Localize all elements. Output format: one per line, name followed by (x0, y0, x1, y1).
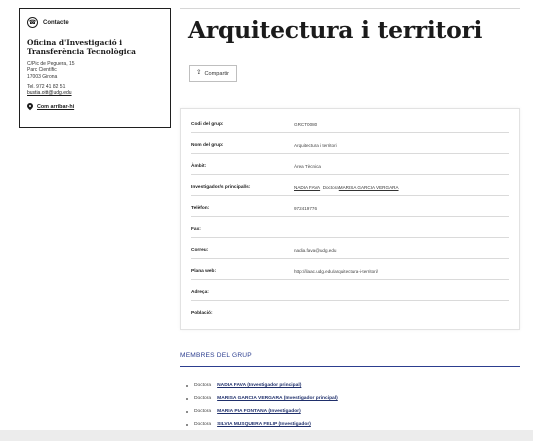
info-key: Codi del grup: (191, 121, 224, 127)
page-title: Arquitectura i territori (188, 16, 483, 44)
contact-header: ☎ Contacte (27, 17, 163, 28)
member-link[interactable]: NADIA FAVA (Investigador principal) (217, 383, 301, 388)
member-prefix: Doctora (194, 409, 212, 414)
info-value: 972419776 (294, 205, 317, 211)
member-item: Doctora MARIA PIA FONTANA (Investigador) (186, 409, 301, 414)
contact-card: ☎ Contacte Oficina d'Investigació i Tran… (19, 8, 171, 128)
bullet (186, 423, 188, 426)
info-key: Població: (191, 311, 213, 316)
location-pin-icon (27, 103, 33, 110)
info-row-principal-investigators: Investigador/s principal/s: NADIA FAVA D… (191, 179, 509, 196)
member-link[interactable]: MARISA GARCIA VERGARA (Investigador prin… (217, 396, 338, 401)
info-row-area: Àmbit: Àrea Tècnica (191, 158, 509, 175)
info-row-name: Nom del grup: Arquitectura i territori (191, 137, 509, 154)
member-prefix: Doctora (194, 396, 212, 401)
member-item: Doctora MARISA GARCIA VERGARA (Investiga… (186, 396, 338, 401)
info-value: Arquitectura i territori (294, 142, 337, 148)
bullet (186, 384, 188, 387)
info-value: GRCT0080 (294, 121, 318, 127)
info-key: Fax: (191, 226, 201, 232)
members-divider (180, 366, 520, 367)
investigator-link[interactable]: NADIA FAVA (294, 185, 320, 190)
info-key: Adreça: (191, 289, 209, 295)
share-icon: ⇪ (196, 69, 202, 77)
member-link[interactable]: SILVIA MUSQUERA FELIP (Investigador) (217, 422, 311, 427)
member-prefix: Doctora (194, 422, 212, 427)
info-key: Correu: (191, 247, 209, 253)
member-item: Doctora NADIA FAVA (Investigador princip… (186, 383, 301, 388)
info-row-fax: Fax: (191, 221, 509, 238)
share-button[interactable]: ⇪ Compartir (189, 65, 238, 82)
contact-address: C/Pic de Peguera, 15 Parc Científic 1700… (27, 61, 163, 80)
address-line: 17003 Girona (27, 73, 58, 80)
info-row-town: Població: (191, 305, 509, 322)
info-value[interactable]: http://ilaac.udg.edu/arquitectura-i-terr… (294, 269, 378, 274)
contact-email-link[interactable]: bustia.oitt@udg.edu (27, 90, 163, 96)
info-row-address: Adreça: (191, 284, 509, 301)
investigator-title: Doctora (322, 184, 339, 190)
how-to-get-there-label[interactable]: Com arribar-hi (37, 104, 74, 110)
how-to-get-there-link[interactable]: Com arribar-hi (27, 103, 163, 110)
contact-organization: Oficina d'Investigació i Transferència T… (27, 38, 136, 56)
member-link[interactable]: MARIA PIA FONTANA (Investigador) (217, 409, 301, 414)
share-label: Compartir (204, 70, 230, 77)
info-row-website: Plana web: http://ilaac.udg.edu/arquitec… (191, 263, 509, 280)
phone-icon: ☎ (27, 17, 38, 28)
info-key: Àmbit: (191, 163, 207, 169)
member-prefix: Doctora (194, 383, 212, 388)
contact-title: Contacte (43, 19, 69, 26)
bullet (186, 410, 188, 413)
investigator-link[interactable]: MARISA GARCIA VERGARA (339, 185, 399, 190)
info-value[interactable]: nadia.fava@udg.edu (294, 248, 336, 253)
info-key: Nom del grup: (191, 142, 224, 148)
bullet (186, 397, 188, 400)
info-value: Àrea Tècnica (294, 163, 321, 169)
info-key: Investigador/s principal/s: (191, 184, 251, 190)
info-key: Telèfon: (191, 205, 210, 211)
group-info-card: Codi del grup: GRCT0080 Nom del grup: Ar… (180, 108, 520, 330)
info-row-phone: Telèfon: 972419776 (191, 200, 509, 217)
member-item: Doctora SILVIA MUSQUERA FELIP (Investiga… (186, 422, 311, 427)
info-value: NADIA FAVA DoctoraMARISA GARCIA VERGARA (294, 185, 399, 190)
info-row-code: Codi del grup: GRCT0080 (191, 116, 509, 133)
members-heading: MEMBRES DEL GRUP (180, 352, 252, 359)
browser-bottom-bar (0, 430, 533, 441)
top-divider (180, 8, 520, 9)
info-key: Plana web: (191, 268, 217, 274)
info-row-email: Correu: nadia.fava@udg.edu (191, 242, 509, 259)
